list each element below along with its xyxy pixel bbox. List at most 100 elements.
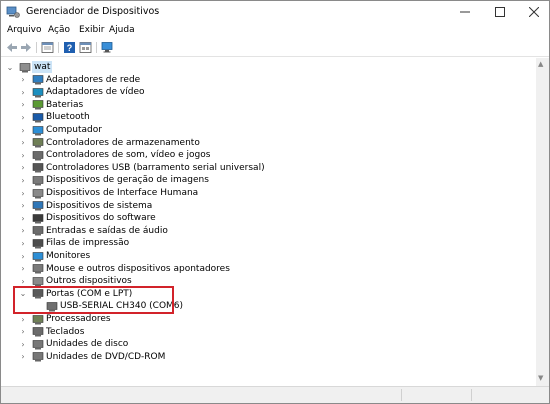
menu-acao[interactable]: Ação	[48, 25, 70, 35]
network-adapter-icon	[32, 75, 44, 85]
battery-icon	[32, 100, 44, 110]
usb-icon	[32, 163, 44, 173]
tree-category[interactable]: › Computador	[1, 124, 531, 137]
tree-category[interactable]: › Dispositivos do software	[1, 212, 531, 225]
close-button[interactable]	[517, 1, 550, 23]
chevron-right-icon[interactable]: ›	[19, 252, 27, 261]
category-label: Controladores de armazenamento	[46, 137, 200, 148]
tree-category[interactable]: › Dispositivos de Interface Humana	[1, 187, 531, 200]
audio-io-icon	[32, 226, 44, 236]
processor-icon	[32, 314, 44, 324]
category-label: Adaptadores de vídeo	[46, 87, 145, 98]
category-label: Dispositivos de Interface Humana	[46, 188, 199, 198]
disk-drive-icon	[32, 339, 44, 350]
chevron-right-icon[interactable]: ›	[19, 126, 27, 135]
category-label: Monitores	[46, 251, 91, 261]
category-label: Filas de impressão	[46, 238, 130, 249]
chevron-right-icon[interactable]: ›	[19, 201, 27, 210]
chevron-right-icon[interactable]: ›	[19, 214, 27, 223]
back-icon[interactable]	[5, 41, 18, 54]
chevron-right-icon[interactable]: ›	[19, 75, 27, 84]
chevron-right-icon[interactable]: ›	[19, 138, 27, 147]
tree-category[interactable]: › Adaptadores de rede	[1, 74, 531, 87]
menu-exibir[interactable]: Exibir	[79, 25, 104, 35]
highlight-box	[13, 285, 174, 314]
maximize-button[interactable]	[483, 1, 517, 23]
tree-category[interactable]: › Controladores de armazenamento	[1, 137, 531, 150]
dvd-drive-icon	[32, 352, 44, 362]
tree-category[interactable]: › Mouse e outros dispositivos apontadores	[1, 263, 531, 276]
menu-bar: Arquivo Ação Exibir Ajuda	[1, 23, 549, 38]
tree-category[interactable]: › Filas de impressão	[1, 237, 531, 250]
chevron-right-icon[interactable]: ›	[19, 189, 27, 198]
chevron-right-icon[interactable]: ›	[19, 151, 27, 160]
view-icon[interactable]	[79, 41, 92, 54]
tree-root[interactable]: ⌄ wat	[1, 61, 531, 74]
mouse-icon	[32, 264, 44, 274]
title-bar: Gerenciador de Dispositivos	[1, 1, 549, 23]
tree-category[interactable]: › Processadores	[1, 313, 531, 326]
tree-category[interactable]: › Bluetooth	[1, 111, 531, 124]
keyboard-icon	[32, 327, 44, 337]
category-label: Teclados	[46, 326, 85, 337]
chevron-right-icon[interactable]: ›	[19, 226, 27, 235]
chevron-right-icon[interactable]: ›	[19, 277, 27, 286]
hid-icon	[32, 188, 44, 198]
category-label: Dispositivos de sistema	[46, 200, 153, 211]
chevron-right-icon[interactable]: ›	[19, 113, 27, 122]
svg-text:?: ?	[67, 43, 73, 53]
window-title: Gerenciador de Dispositivos	[26, 6, 160, 17]
category-label: Unidades de disco	[46, 339, 129, 350]
scroll-up-icon[interactable]: ▲	[538, 60, 543, 68]
chevron-right-icon[interactable]: ›	[19, 340, 27, 349]
tree-category[interactable]: › Entradas e saídas de áudio	[1, 225, 531, 238]
chevron-right-icon[interactable]: ›	[19, 315, 27, 324]
chevron-right-icon[interactable]: ›	[19, 88, 27, 97]
category-label: Controladores USB (barramento serial uni…	[46, 162, 265, 173]
chevron-right-icon[interactable]: ›	[19, 239, 27, 248]
tree-category[interactable]: › Teclados	[1, 326, 531, 339]
category-label: Dispositivos de geração de imagens	[46, 175, 209, 186]
category-label: Entradas e saídas de áudio	[46, 225, 168, 236]
scan-hardware-icon[interactable]	[101, 41, 114, 54]
toolbar: ?	[1, 39, 549, 57]
camera-icon	[32, 176, 44, 186]
scroll-down-icon[interactable]: ▼	[538, 374, 543, 382]
minimize-button[interactable]	[448, 1, 482, 23]
properties-icon[interactable]	[41, 41, 54, 54]
tree-category[interactable]: › Dispositivos de geração de imagens	[1, 174, 531, 187]
tree-category[interactable]: › Unidades de DVD/CD-ROM	[1, 351, 531, 364]
category-label: Baterias	[46, 99, 84, 110]
chevron-right-icon[interactable]: ›	[19, 352, 27, 361]
status-bar	[1, 386, 549, 403]
chevron-down-icon[interactable]: ⌄	[6, 63, 14, 72]
forward-icon[interactable]	[20, 41, 33, 54]
category-label: Computador	[46, 125, 102, 135]
category-label: Dispositivos do software	[46, 213, 156, 224]
tree-category[interactable]: › Baterias	[1, 99, 531, 112]
printer-icon	[32, 239, 44, 249]
close-icon	[529, 7, 539, 17]
chevron-right-icon[interactable]: ›	[19, 264, 27, 273]
help-icon[interactable]: ?	[63, 41, 76, 54]
menu-arquivo[interactable]: Arquivo	[7, 25, 41, 35]
tree-category[interactable]: › Unidades de disco	[1, 338, 531, 351]
vertical-scrollbar[interactable]: ▲ ▼	[536, 58, 549, 386]
tree-category[interactable]: › Dispositivos de sistema	[1, 200, 531, 213]
chevron-right-icon[interactable]: ›	[19, 327, 27, 336]
minimize-icon	[460, 11, 470, 13]
category-label: Adaptadores de rede	[46, 74, 141, 85]
chevron-right-icon[interactable]: ›	[19, 163, 27, 172]
chevron-right-icon[interactable]: ›	[19, 176, 27, 185]
display-adapter-icon	[32, 87, 44, 98]
tree-category[interactable]: › Adaptadores de vídeo	[1, 86, 531, 99]
tree-category[interactable]: › Controladores de som, vídeo e jogos	[1, 149, 531, 162]
tree-category[interactable]: › Monitores	[1, 250, 531, 263]
tree-category[interactable]: › Controladores USB (barramento serial un…	[1, 162, 531, 175]
category-label: Unidades de DVD/CD-ROM	[46, 351, 166, 362]
category-label: Bluetooth	[46, 112, 90, 123]
storage-controller-icon	[32, 138, 44, 148]
menu-ajuda[interactable]: Ajuda	[109, 25, 135, 35]
software-device-icon	[32, 213, 44, 224]
chevron-right-icon[interactable]: ›	[19, 100, 27, 109]
